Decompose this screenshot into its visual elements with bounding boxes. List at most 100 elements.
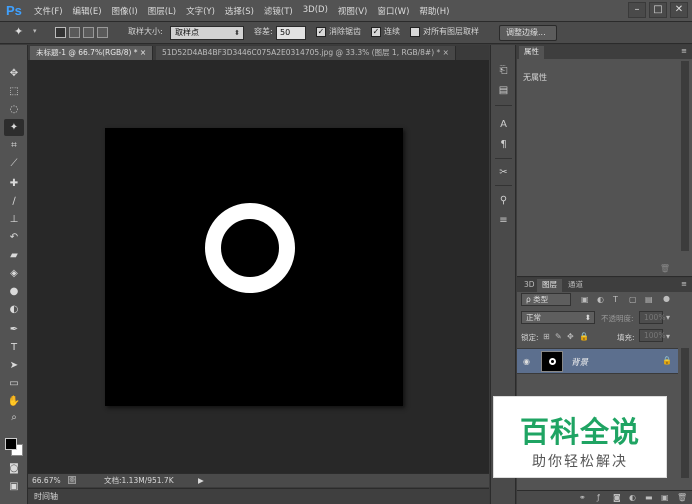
- tab-untitled[interactable]: 未标题-1 @ 66.7%(RGB/8) * ×: [30, 46, 154, 60]
- layer-row-background[interactable]: ◉ 背景 🔒: [517, 348, 678, 374]
- magic-wand-icon[interactable]: ✦: [4, 119, 24, 136]
- menu-view[interactable]: 视图(V): [338, 5, 367, 17]
- crop-tool-icon[interactable]: ⌗: [4, 137, 24, 154]
- pen-tool-icon[interactable]: ✒: [4, 321, 24, 338]
- paragraph-panel-icon[interactable]: ¶: [495, 137, 512, 153]
- minimize-button[interactable]: –: [628, 2, 646, 18]
- quick-mask-icon[interactable]: ◙: [4, 460, 24, 477]
- shape-tool-icon[interactable]: ▭: [4, 375, 24, 392]
- zoom-level[interactable]: 66.67%: [32, 474, 61, 487]
- screen-mode-icon[interactable]: ▣: [4, 478, 24, 495]
- stamp-tool-icon[interactable]: ⊥: [4, 211, 24, 228]
- zoom-tool-icon[interactable]: ⌕: [4, 409, 24, 426]
- paint-bucket-icon[interactable]: ◈: [4, 265, 24, 282]
- adjustment-layer-icon[interactable]: ◐: [629, 493, 636, 502]
- opacity-input[interactable]: 100%: [639, 311, 665, 324]
- refine-edge-button[interactable]: 调整边缘...: [499, 25, 557, 41]
- dodge-tool-icon[interactable]: ◐: [4, 301, 24, 318]
- tolerance-input[interactable]: 50: [276, 26, 306, 40]
- healing-brush-icon[interactable]: ✚: [4, 175, 24, 192]
- opacity-chevron-icon[interactable]: ▾: [666, 313, 670, 322]
- intersect-selection-icon[interactable]: [97, 27, 108, 38]
- timeline-bar[interactable]: 时间轴: [28, 488, 489, 504]
- blend-mode-select[interactable]: 正常 ⬍: [521, 311, 595, 324]
- close-button[interactable]: ✕: [670, 2, 688, 18]
- sample-size-select[interactable]: 取样点 ⬍: [170, 26, 244, 40]
- character-panel-icon[interactable]: A: [495, 117, 512, 133]
- menu-filter[interactable]: 滤镜(T): [264, 5, 293, 17]
- delete-layer-icon[interactable]: 🗑: [677, 493, 687, 502]
- new-layer-icon[interactable]: ▣: [661, 493, 669, 502]
- status-arrow-icon[interactable]: ▶: [198, 474, 204, 487]
- status-info-icon[interactable]: ◎: [68, 476, 76, 484]
- clone-source-icon[interactable]: ⚲: [495, 193, 512, 209]
- link-layers-icon[interactable]: ⚭: [579, 493, 586, 502]
- menu-window[interactable]: 窗口(W): [377, 5, 409, 17]
- menu-layer[interactable]: 图层(L): [148, 5, 176, 17]
- adjust-filter-icon[interactable]: ◐: [597, 295, 604, 304]
- brush-tool-icon[interactable]: ∕: [4, 193, 24, 210]
- close-icon[interactable]: ×: [140, 48, 146, 57]
- subtract-selection-icon[interactable]: [83, 27, 94, 38]
- hand-tool-icon[interactable]: ✋: [4, 393, 24, 410]
- type-filter-icon[interactable]: T: [613, 295, 618, 304]
- add-selection-icon[interactable]: [69, 27, 80, 38]
- filter-toggle-icon[interactable]: ●: [663, 294, 670, 303]
- eraser-tool-icon[interactable]: ▰: [4, 247, 24, 264]
- new-selection-icon[interactable]: [55, 27, 66, 38]
- maximize-button[interactable]: □: [649, 2, 667, 18]
- marquee-tool-icon[interactable]: ⬚: [4, 83, 24, 100]
- lock-paint-icon[interactable]: ✎: [555, 332, 562, 341]
- tab-layers[interactable]: 图层: [537, 279, 562, 292]
- all-layers-checkbox[interactable]: [410, 27, 420, 37]
- pixel-filter-icon[interactable]: ▣: [581, 295, 589, 304]
- eye-icon[interactable]: ◉: [523, 357, 530, 366]
- tab-jpg[interactable]: 51D52D4AB4BF3D3446C075A2E0314705.jpg @ 3…: [156, 46, 456, 60]
- layer-name[interactable]: 背景: [571, 356, 588, 368]
- lock-move-icon[interactable]: ✥: [567, 332, 574, 341]
- menu-edit[interactable]: 编辑(E): [73, 5, 102, 17]
- tab-properties[interactable]: 属性: [519, 46, 544, 59]
- tool-preset-chevron-icon[interactable]: ▾: [33, 27, 37, 35]
- foreground-color-swatch[interactable]: [5, 438, 17, 450]
- fill-chevron-icon[interactable]: ▾: [666, 332, 670, 341]
- smart-filter-icon[interactable]: ▤: [645, 295, 653, 304]
- actions-panel-icon[interactable]: ▤: [495, 83, 512, 99]
- tools-preset-icon[interactable]: ✂: [495, 165, 512, 181]
- canvas-area[interactable]: [28, 60, 489, 473]
- new-group-icon[interactable]: ▬: [645, 493, 653, 502]
- document-canvas[interactable]: [105, 128, 403, 406]
- antialias-checkbox[interactable]: ✓: [316, 27, 326, 37]
- layer-filter-select[interactable]: ρ 类型: [521, 293, 571, 306]
- panel-menu-icon[interactable]: ≡: [681, 280, 687, 288]
- lock-pixels-icon[interactable]: ⊞: [543, 332, 550, 341]
- move-tool-icon[interactable]: ✥: [4, 65, 24, 82]
- fill-input[interactable]: 100%: [639, 329, 665, 342]
- properties-scrollbar[interactable]: [681, 61, 689, 251]
- menu-select[interactable]: 选择(S): [225, 5, 254, 17]
- trash-icon[interactable]: 🗑: [660, 264, 670, 273]
- close-icon[interactable]: ×: [443, 48, 449, 57]
- menu-3d[interactable]: 3D(D): [303, 5, 328, 17]
- brush-preset-icon[interactable]: ≡: [495, 213, 512, 229]
- lock-all-icon[interactable]: 🔒: [579, 332, 589, 341]
- path-select-icon[interactable]: ➤: [4, 357, 24, 374]
- magic-wand-tool-icon[interactable]: ✦: [14, 25, 30, 41]
- type-tool-icon[interactable]: T: [4, 339, 24, 356]
- add-mask-icon[interactable]: ◙: [613, 493, 621, 502]
- history-panel-icon[interactable]: ⎗: [495, 63, 512, 79]
- layers-scrollbar[interactable]: [681, 348, 689, 478]
- eyedropper-tool-icon[interactable]: ⟋: [4, 155, 24, 172]
- menu-type[interactable]: 文字(Y): [186, 5, 215, 17]
- contiguous-checkbox[interactable]: ✓: [371, 27, 381, 37]
- blur-tool-icon[interactable]: ●: [4, 283, 24, 300]
- tab-channels[interactable]: 通道: [563, 279, 588, 292]
- menu-file[interactable]: 文件(F): [34, 5, 63, 17]
- shape-filter-icon[interactable]: ▢: [629, 295, 637, 304]
- menu-image[interactable]: 图像(I): [112, 5, 138, 17]
- lasso-tool-icon[interactable]: ◌: [4, 101, 24, 118]
- fx-icon[interactable]: ƒ: [597, 493, 600, 502]
- history-brush-icon[interactable]: ↶: [4, 229, 24, 246]
- menu-help[interactable]: 帮助(H): [419, 5, 449, 17]
- panel-menu-icon[interactable]: ≡: [681, 47, 687, 55]
